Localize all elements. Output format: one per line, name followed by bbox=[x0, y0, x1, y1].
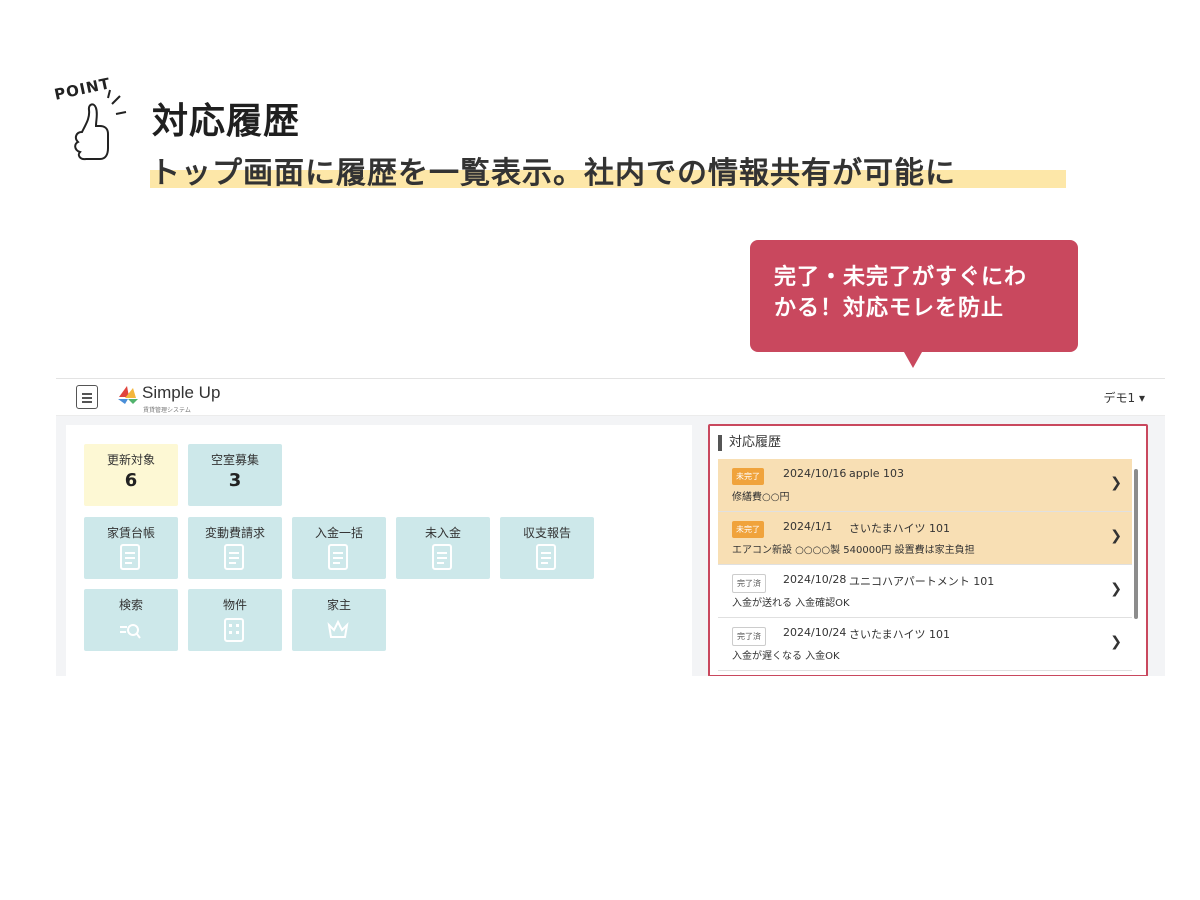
tile-count: 3 bbox=[228, 470, 242, 491]
tile-label: 入金一括 bbox=[314, 526, 363, 540]
thumbs-up-icon bbox=[74, 89, 127, 161]
tile-property[interactable]: 物件 bbox=[188, 589, 282, 651]
tile-income-report[interactable]: 収支報告 bbox=[500, 517, 594, 579]
tile-variable-billing[interactable]: 変動費請求 bbox=[188, 517, 282, 579]
search-icon bbox=[120, 624, 141, 639]
document-icon bbox=[536, 544, 556, 570]
document-icon bbox=[120, 544, 140, 570]
tile-search[interactable]: 検索 bbox=[84, 589, 178, 651]
highlight-frame bbox=[708, 424, 1148, 676]
document-icon bbox=[432, 544, 452, 570]
callout-bubble: 完了・未完了がすぐにわ かる！対応モレを防止 bbox=[750, 240, 1078, 368]
tile-vacancy[interactable]: 空室募集 3 bbox=[188, 444, 282, 506]
tile-renewal[interactable]: 更新対象 6 bbox=[84, 444, 178, 506]
logo-icon bbox=[118, 386, 138, 404]
tile-label: 家主 bbox=[326, 598, 351, 612]
tile-label: 検索 bbox=[118, 598, 143, 612]
page-subtitle: トップ画面に履歴を一覧表示。社内での情報共有が可能に bbox=[150, 156, 956, 191]
tile-label: 空室募集 bbox=[210, 453, 259, 467]
tile-count: 6 bbox=[124, 470, 138, 491]
tile-label: 収支報告 bbox=[522, 526, 571, 540]
tile-unpaid[interactable]: 未入金 bbox=[396, 517, 490, 579]
tile-rent-ledger[interactable]: 家賃台帳 bbox=[84, 517, 178, 579]
crown-icon bbox=[327, 619, 349, 638]
logo-name: Simple Up bbox=[142, 383, 221, 402]
subtitle-block: トップ画面に履歴を一覧表示。社内での情報共有が可能に bbox=[150, 148, 1066, 192]
tile-owner[interactable]: 家主 bbox=[292, 589, 386, 651]
tile-label: 家賃台帳 bbox=[106, 526, 155, 540]
callout-tail bbox=[904, 352, 922, 368]
tile-label: 未入金 bbox=[424, 526, 461, 540]
tile-label: 更新対象 bbox=[106, 453, 155, 467]
point-badge: POINT bbox=[52, 74, 134, 164]
callout-text: 完了・未完了がすぐにわ かる！対応モレを防止 bbox=[774, 265, 1028, 321]
tile-label: 物件 bbox=[222, 598, 247, 612]
top-navbar: Simple Up 賃貸管理システム デモ1 ▾ bbox=[56, 379, 1165, 416]
hamburger-menu-button[interactable] bbox=[76, 385, 98, 409]
document-icon bbox=[224, 544, 244, 570]
logo-subtitle: 賃貸管理システム bbox=[143, 407, 191, 414]
dashboard-panel: 更新対象 6 空室募集 3 家賃台帳 変動費請求 入金一括 未入金 収支報告 検… bbox=[66, 425, 692, 676]
tile-bulk-payment[interactable]: 入金一括 bbox=[292, 517, 386, 579]
page-title: 対応履歴 bbox=[152, 101, 301, 142]
app-screenshot: Simple Up 賃貸管理システム デモ1 ▾ 更新対象 6 空室募集 3 家… bbox=[56, 378, 1165, 676]
building-icon bbox=[224, 618, 244, 642]
document-icon bbox=[328, 544, 348, 570]
tile-label: 変動費請求 bbox=[204, 526, 265, 540]
user-menu[interactable]: デモ1 ▾ bbox=[1104, 389, 1145, 406]
